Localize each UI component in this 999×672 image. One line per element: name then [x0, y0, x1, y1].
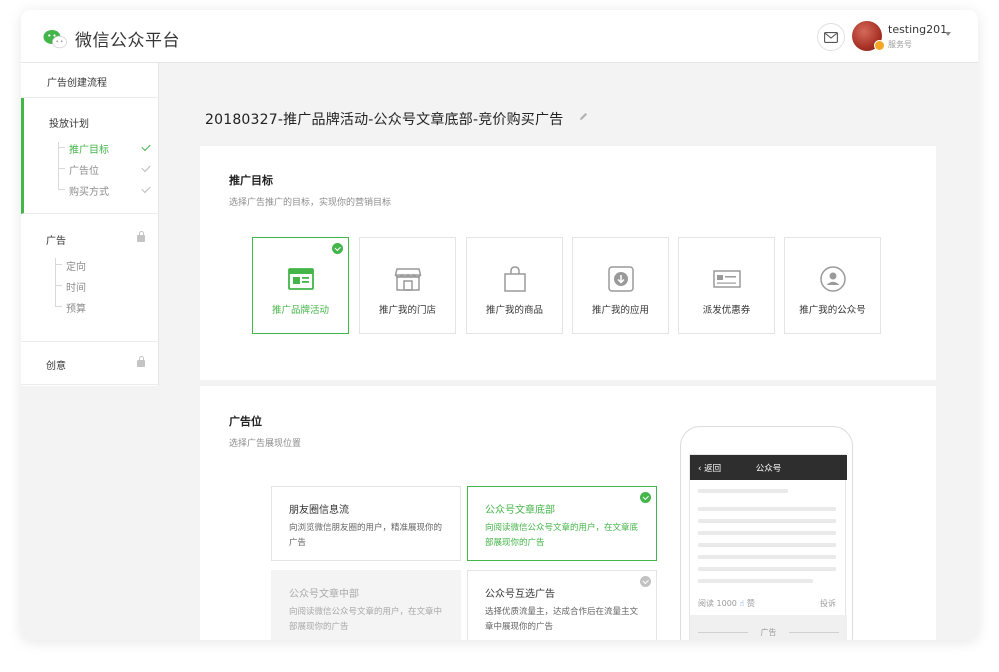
placement-desc: 向浏览微信朋友圈的用户，精准展现你的广告	[289, 523, 443, 548]
placement-desc: 选择优质流量主，达成合作后在流量主文章中展现你的广告	[485, 607, 639, 632]
placement-option-mutual-select[interactable]: 公众号互选广告 选择优质流量主，达成合作后在流量主文章中展现你的广告	[467, 570, 657, 640]
tree-branch	[55, 306, 62, 307]
selected-check-icon	[640, 492, 651, 503]
phone-nav-title: 公众号	[755, 464, 782, 474]
message-button[interactable]	[817, 23, 845, 51]
divider	[789, 632, 839, 633]
storefront-icon	[394, 268, 422, 291]
download-app-icon	[608, 266, 634, 292]
sidebar-group-plan[interactable]: 投放计划 推广目标 广告位 购买方式	[21, 98, 158, 214]
placement-option-moments[interactable]: 朋友圈信息流 向浏览微信朋友圈的用户，精准展现你的广告	[271, 486, 461, 561]
sidebar: 广告创建流程 投放计划 推广目标 广告位 购买方式 广告 定向 时间 预算 创意	[21, 63, 159, 386]
read-stats: 阅读 1000 ☝ 赞	[698, 598, 755, 609]
tree-branch	[55, 285, 62, 286]
objective-option-label: 推广品牌活动	[271, 305, 329, 316]
objective-option-label: 推广我的应用	[591, 305, 649, 316]
user-circle-icon	[820, 266, 846, 292]
objective-option-app[interactable]: 推广我的应用	[572, 237, 669, 334]
lock-icon	[137, 231, 145, 242]
like-label: 赞	[746, 599, 755, 608]
section-subtitle: 选择广告推广的目标，实现你的营销目标	[229, 198, 392, 208]
wechat-logo-icon	[43, 29, 67, 48]
check-icon	[640, 576, 651, 587]
account-username[interactable]: testing201	[888, 23, 947, 36]
sidebar-item-time: 时间	[66, 283, 86, 294]
selected-check-icon	[332, 243, 343, 254]
mail-icon	[824, 31, 838, 43]
placement-title: 公众号文章中部	[289, 589, 359, 600]
objective-option-label: 推广我的门店	[378, 305, 436, 316]
objective-card: 推广目标 选择广告推广的目标，实现你的营销目标 推广品牌活动 推广我的门店 推广…	[200, 146, 936, 380]
tree-branch	[55, 264, 62, 265]
section-title: 广告位	[229, 415, 262, 428]
sidebar-item-targeting: 定向	[66, 262, 86, 273]
objective-option-label: 推广我的公众号	[799, 305, 866, 316]
objective-option-coupon[interactable]: 派发优惠券	[678, 237, 775, 334]
sidebar-group-creative: 创意	[21, 342, 158, 385]
phone-preview: ‹ 返回 公众号 阅读 1000 ☝ 赞 投诉 广告	[680, 426, 853, 640]
placeholder-line	[698, 489, 788, 493]
chevron-down-icon[interactable]	[945, 32, 951, 36]
check-icon	[141, 141, 151, 152]
tree-branch	[58, 189, 65, 190]
objective-option-brand[interactable]: 推广品牌活动	[252, 237, 349, 334]
coupon-icon	[713, 270, 741, 288]
sidebar-group-ad: 广告 定向 时间 预算	[21, 214, 158, 342]
placement-title: 公众号互选广告	[485, 589, 555, 600]
app-window: 微信公众平台 testing201 服务号 广告创建流程 投放计划 推广目标 广…	[21, 10, 978, 640]
objective-option-label: 推广我的商品	[485, 305, 543, 316]
placeholder-line	[698, 579, 813, 583]
check-icon	[141, 162, 151, 173]
placement-option-article-bottom[interactable]: 公众号文章底部 向阅读微信公众号文章的用户，在文章底部展现你的广告	[467, 486, 657, 561]
section-subtitle: 选择广告展现位置	[229, 439, 302, 449]
edit-pencil-icon[interactable]	[578, 111, 589, 122]
sidebar-item-budget: 预算	[66, 304, 86, 315]
placement-desc: 向阅读微信公众号文章的用户，在文章底部展现你的广告	[485, 523, 639, 548]
placement-desc: 向阅读微信公众号文章的用户，在文章中部展现你的广告	[289, 607, 443, 632]
section-title: 推广目标	[229, 174, 273, 187]
sidebar-item-objective[interactable]: 推广目标	[69, 141, 109, 156]
sidebar-item-purchase[interactable]: 购买方式	[69, 183, 109, 198]
page-title: 20180327-推广品牌活动-公众号文章底部-竞价购买广告	[205, 112, 564, 128]
tree-branch	[58, 147, 65, 148]
shopping-bag-icon	[504, 266, 526, 292]
placement-title: 公众号文章底部	[485, 505, 555, 516]
account-type: 服务号	[888, 40, 912, 49]
objective-option-account[interactable]: 推广我的公众号	[784, 237, 881, 334]
placement-option-article-middle: 公众号文章中部 向阅读微信公众号文章的用户，在文章中部展现你的广告	[271, 570, 461, 640]
phone-screen: ‹ 返回 公众号 阅读 1000 ☝ 赞 投诉 广告	[689, 454, 847, 640]
placeholder-line	[698, 519, 836, 523]
sidebar-group-title: 投放计划	[49, 119, 89, 130]
placeholder-line	[698, 543, 836, 547]
sidebar-header: 广告创建流程	[21, 63, 158, 98]
placeholder-line	[698, 531, 836, 535]
report-link: 投诉	[820, 599, 836, 608]
objective-option-store[interactable]: 推广我的门店	[359, 237, 456, 334]
placeholder-line	[698, 567, 836, 571]
objective-option-label: 派发优惠券	[702, 305, 751, 316]
sidebar-group-title: 广告	[46, 236, 66, 247]
sidebar-group-title: 创意	[46, 361, 66, 372]
ad-slot: 广告	[690, 615, 847, 640]
tree-line	[58, 142, 59, 190]
placeholder-line	[698, 555, 836, 559]
verified-badge-icon	[874, 40, 885, 51]
sidebar-item-placement[interactable]: 广告位	[69, 162, 99, 177]
placement-title: 朋友圈信息流	[289, 505, 349, 516]
placeholder-line	[698, 507, 836, 511]
phone-navbar: ‹ 返回 公众号	[690, 455, 847, 480]
browser-window-icon	[288, 268, 314, 290]
tree-branch	[58, 168, 65, 169]
top-bar: 微信公众平台 testing201 服务号	[21, 10, 978, 63]
logo[interactable]: 微信公众平台	[43, 26, 180, 51]
thumb-up-icon: ☝	[739, 599, 745, 608]
objective-option-product[interactable]: 推广我的商品	[466, 237, 563, 334]
check-icon	[141, 183, 151, 194]
lock-icon	[137, 356, 145, 367]
read-count: 阅读 1000	[698, 599, 737, 608]
tree-line	[55, 258, 56, 306]
app-name: 微信公众平台	[75, 31, 180, 51]
